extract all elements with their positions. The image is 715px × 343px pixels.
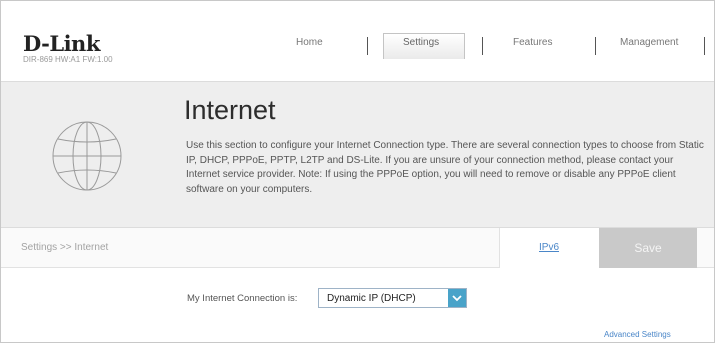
nav-divider bbox=[482, 37, 483, 55]
advanced-settings-link[interactable]: Advanced Settings bbox=[604, 330, 671, 339]
page-title: Internet bbox=[184, 95, 276, 125]
globe-icon bbox=[52, 121, 122, 191]
ipv6-link[interactable]: IPv6 bbox=[539, 242, 559, 253]
nav-divider bbox=[704, 37, 705, 55]
connection-type-value: Dynamic IP (DHCP) bbox=[327, 293, 416, 304]
nav-divider bbox=[595, 37, 596, 55]
breadcrumb: Settings >> Internet bbox=[21, 242, 109, 253]
breadcrumb-bar: Settings >> Internet IPv6 Save bbox=[1, 228, 714, 268]
header: D-Link DIR-869 HW:A1 FW:1.00 Home Settin… bbox=[1, 1, 714, 81]
chevron-down-icon[interactable] bbox=[448, 289, 466, 307]
nav-divider bbox=[367, 37, 368, 55]
save-button[interactable]: Save bbox=[599, 228, 697, 268]
connection-type-select[interactable]: Dynamic IP (DHCP) bbox=[318, 288, 467, 308]
main-nav: Home Settings Features Management bbox=[1, 33, 714, 59]
connection-row: My Internet Connection is: Dynamic IP (D… bbox=[0, 286, 713, 310]
ipv6-tab: IPv6 bbox=[499, 228, 599, 268]
nav-features[interactable]: Features bbox=[513, 37, 552, 48]
nav-home[interactable]: Home bbox=[296, 37, 323, 48]
page-description: Use this section to configure your Inter… bbox=[186, 140, 704, 195]
nav-management[interactable]: Management bbox=[620, 37, 678, 48]
page-banner: Internet Use this section to configure y… bbox=[1, 81, 714, 228]
nav-settings[interactable]: Settings bbox=[403, 37, 439, 48]
connection-label: My Internet Connection is: bbox=[187, 293, 298, 304]
